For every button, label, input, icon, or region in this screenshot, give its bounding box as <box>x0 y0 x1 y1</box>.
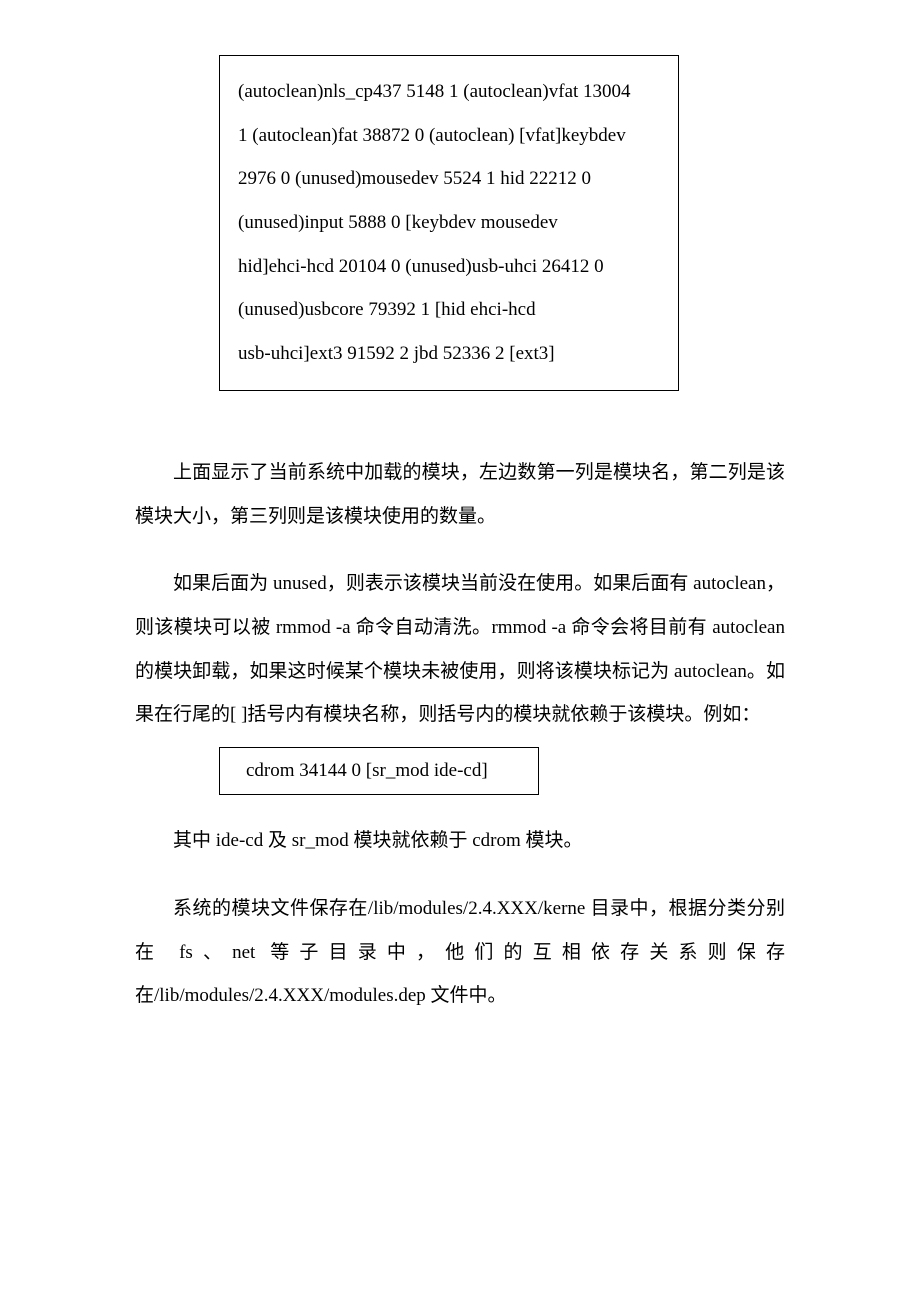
code-line: usb-uhci]ext3 91592 2 jbd 52336 2 [ext3] <box>238 332 660 376</box>
code-block-lsmod-output: (autoclean)nls_cp437 5148 1 (autoclean)v… <box>219 55 679 391</box>
code-line: (autoclean)nls_cp437 5148 1 (autoclean)v… <box>238 70 660 114</box>
code-line: 2976 0 (unused)mousedev 5524 1 hid 22212… <box>238 157 660 201</box>
code-block-cdrom-example: cdrom 34144 0 [sr_mod ide-cd] <box>219 747 539 795</box>
code-line: (unused)usbcore 79392 1 [hid ehci-hcd <box>238 288 660 332</box>
code-line: 1 (autoclean)fat 38872 0 (autoclean) [vf… <box>238 114 660 158</box>
code-line: hid]ehci-hcd 20104 0 (unused)usb-uhci 26… <box>238 245 660 289</box>
code-line: (unused)input 5888 0 [keybdev mousedev <box>238 201 660 245</box>
code-line: cdrom 34144 0 [sr_mod ide-cd] <box>246 756 512 786</box>
paragraph-module-columns: 上面显示了当前系统中加载的模块，左边数第一列是模块名，第二列是该模块大小，第三列… <box>135 451 785 538</box>
paragraph-depends-cdrom: 其中 ide-cd 及 sr_mod 模块就依赖于 cdrom 模块。 <box>135 819 785 863</box>
document-page: (autoclean)nls_cp437 5148 1 (autoclean)v… <box>0 0 920 1302</box>
paragraph-module-files: 系统的模块文件保存在/lib/modules/2.4.XXX/kerne 目录中… <box>135 887 785 1018</box>
paragraph-unused-autoclean: 如果后面为 unused，则表示该模块当前没在使用。如果后面有 autoclea… <box>135 562 785 737</box>
